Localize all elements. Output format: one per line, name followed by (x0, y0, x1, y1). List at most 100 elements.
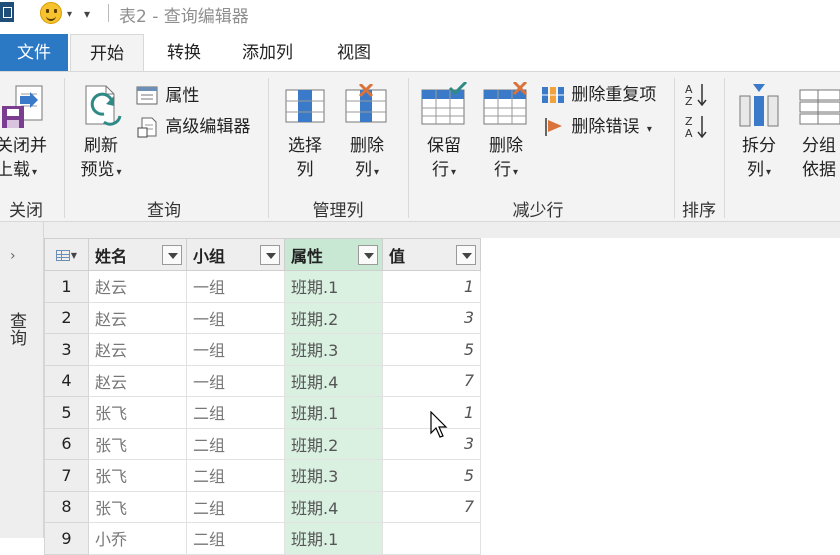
sort-descending-button[interactable]: Z A (684, 114, 710, 140)
svg-text:Z: Z (685, 95, 693, 106)
cell-attribute[interactable]: 班期.1 (284, 522, 383, 555)
refresh-preview-label: 刷新 预览 ▾ (80, 136, 122, 180)
cell-group[interactable]: 一组 (186, 270, 285, 303)
ribbon-tab-row: 文件 开始 转换 添加列 视图 (0, 34, 840, 72)
cell-group[interactable]: 二组 (186, 490, 285, 523)
cell-value[interactable]: 5 (382, 459, 481, 492)
queries-pane-label[interactable]: 查询 (4, 312, 29, 346)
svg-text:A: A (685, 127, 693, 138)
row-number: 3 (44, 333, 89, 366)
tab-add-column[interactable]: 添加列 (230, 34, 305, 72)
cell-attribute[interactable]: 班期.1 (284, 396, 383, 429)
row-number: 4 (44, 364, 89, 397)
column-header-group[interactable]: 小组 (186, 238, 285, 271)
group-label-manage-columns: 管理列 (312, 201, 364, 221)
advanced-editor-icon (137, 117, 157, 138)
cell-value[interactable]: 5 (382, 333, 481, 366)
tab-view[interactable]: 视图 (325, 34, 383, 72)
group-label-reduce-rows: 减少行 (512, 201, 564, 221)
advanced-editor-button[interactable]: 高级编辑器 (136, 115, 250, 139)
group-label-query: 查询 (147, 201, 181, 221)
row-number: 7 (44, 459, 89, 492)
column-header-label: 属性 (291, 246, 324, 266)
cell-group[interactable]: 一组 (186, 364, 285, 397)
quick-access-customize-icon[interactable]: ▾ (84, 7, 90, 21)
table-row[interactable]: 1 赵云 一组 班期.1 1 (44, 270, 481, 303)
cell-value[interactable]: 7 (382, 490, 481, 523)
column-header-name[interactable]: 姓名 (88, 238, 187, 271)
remove-duplicates-icon (542, 87, 564, 103)
cell-group[interactable]: 二组 (186, 427, 285, 460)
filter-dropdown-icon[interactable] (162, 245, 182, 265)
row-number: 9 (44, 522, 89, 555)
cell-attribute[interactable]: 班期.3 (284, 333, 383, 366)
cell-value[interactable]: 3 (382, 301, 481, 334)
cell-attribute[interactable]: 班期.2 (284, 427, 383, 460)
table-row[interactable]: 9 小乔 二组 班期.1 (44, 522, 481, 555)
table-row[interactable]: 6 张飞 二组 班期.2 3 (44, 427, 481, 460)
cell-value[interactable]: 7 (382, 364, 481, 397)
cell-group[interactable]: 一组 (186, 301, 285, 334)
cell-attribute[interactable]: 班期.2 (284, 301, 383, 334)
remove-errors-label: 删除错误 (571, 117, 640, 137)
table-row[interactable]: 8 张飞 二组 班期.4 7 (44, 490, 481, 523)
sort-descending-icon: Z A (685, 115, 707, 140)
cell-name[interactable]: 赵云 (88, 270, 187, 303)
column-header-value[interactable]: 值 (382, 238, 481, 271)
cell-attribute[interactable]: 班期.4 (284, 364, 383, 397)
cell-attribute[interactable]: 班期.3 (284, 459, 383, 492)
tab-home[interactable]: 开始 (70, 34, 144, 72)
filter-dropdown-icon[interactable] (456, 245, 476, 265)
table-row[interactable]: 7 张飞 二组 班期.3 5 (44, 459, 481, 492)
cell-name[interactable]: 小乔 (88, 522, 187, 555)
queries-pane: › 查询 (0, 222, 44, 538)
app-icon[interactable] (0, 2, 14, 22)
cell-group[interactable]: 二组 (186, 459, 285, 492)
tab-file[interactable]: 文件 (0, 34, 68, 72)
table-row[interactable]: 3 赵云 一组 班期.3 5 (44, 333, 481, 366)
table-row[interactable]: 2 赵云 一组 班期.2 3 (44, 301, 481, 334)
smiley-feedback-icon[interactable] (40, 2, 62, 24)
keep-rows-label: 保留 行 ▾ (427, 136, 461, 180)
cell-name[interactable]: 赵云 (88, 364, 187, 397)
filter-dropdown-icon[interactable] (260, 245, 280, 265)
filter-dropdown-icon[interactable] (358, 245, 378, 265)
remove-errors-icon (545, 118, 562, 136)
smiley-dropdown-icon[interactable]: ▾ (67, 9, 72, 20)
cell-group[interactable]: 二组 (186, 396, 285, 429)
data-grid: ▼ 姓名 小组 属性 值 1 赵云 一组 班期.1 1 2 赵云 一组 班期.2… (44, 238, 481, 555)
column-header-label: 姓名 (95, 246, 128, 266)
remove-duplicates-button[interactable]: 删除重复项 (540, 83, 656, 107)
group-label-close: 关闭 (9, 201, 43, 221)
table-row[interactable]: 5 张飞 二组 班期.1 1 (44, 396, 481, 429)
cell-name[interactable]: 张飞 (88, 490, 187, 523)
cell-value[interactable]: 1 (382, 270, 481, 303)
choose-columns-icon (285, 89, 325, 123)
cell-name[interactable]: 赵云 (88, 301, 187, 334)
table-icon (55, 250, 70, 261)
cell-name[interactable]: 张飞 (88, 459, 187, 492)
column-header-attribute[interactable]: 属性 (284, 238, 383, 271)
cell-attribute[interactable]: 班期.4 (284, 490, 383, 523)
refresh-icon (85, 85, 122, 126)
table-row[interactable]: 4 赵云 一组 班期.4 7 (44, 364, 481, 397)
cell-value[interactable] (382, 522, 481, 555)
properties-button[interactable]: 属性 (136, 84, 199, 108)
row-number: 5 (44, 396, 89, 429)
grid-top-bar (44, 222, 840, 238)
cell-name[interactable]: 张飞 (88, 396, 187, 429)
cell-name[interactable]: 赵云 (88, 333, 187, 366)
title-bar: ▾ ▾ 表2 - 查询编辑器 (0, 0, 840, 27)
cell-name[interactable]: 张飞 (88, 427, 187, 460)
remove-errors-button[interactable]: 删除错误 ▾ (542, 115, 652, 139)
cell-group[interactable]: 二组 (186, 522, 285, 555)
sort-ascending-button[interactable]: A Z (684, 82, 710, 108)
cell-attribute[interactable]: 班期.1 (284, 270, 383, 303)
group-by-icon (799, 89, 840, 125)
tab-transform[interactable]: 转换 (155, 34, 213, 72)
cell-group[interactable]: 一组 (186, 333, 285, 366)
remove-columns-icon (345, 84, 387, 123)
table-menu-button[interactable]: ▼ (44, 238, 89, 271)
expand-queries-icon[interactable]: › (10, 248, 16, 264)
group-separator (724, 78, 725, 218)
